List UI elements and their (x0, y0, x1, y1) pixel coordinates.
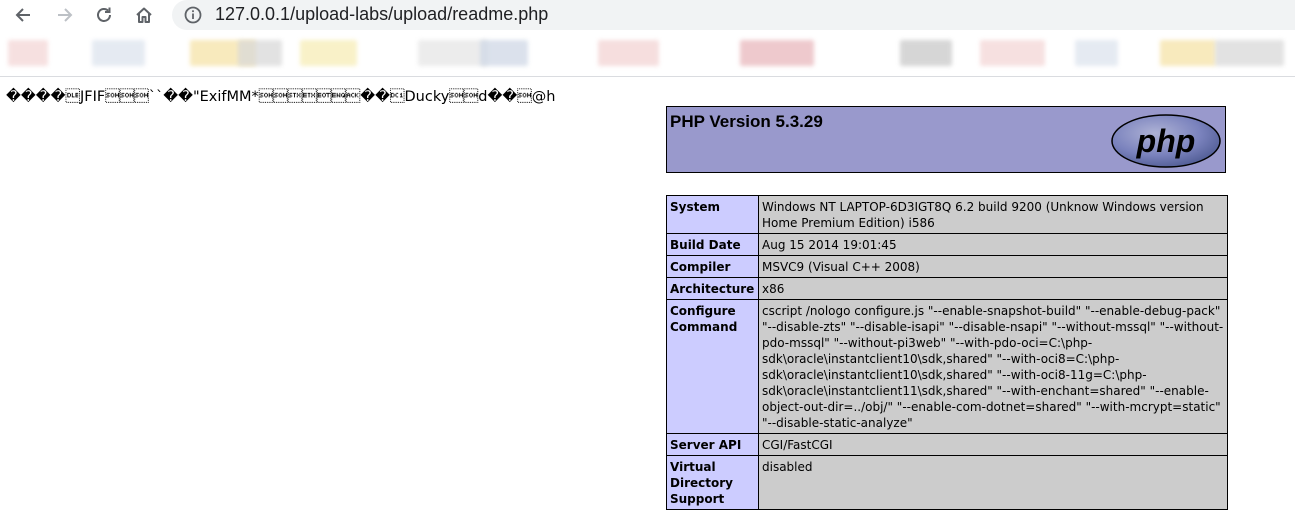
bookmark-item[interactable] (92, 40, 145, 66)
php-logo[interactable]: php (1110, 113, 1222, 169)
info-key: Virtual Directory Support (666, 455, 759, 510)
info-value: MSVC9 (Visual C++ 2008) (758, 255, 1228, 278)
php-logo-text: php (1136, 123, 1196, 159)
info-key: Build Date (666, 233, 759, 256)
info-row: Server API CGI/FastCGI (666, 433, 1228, 456)
info-row: Architecture x86 (666, 277, 1228, 300)
home-button[interactable] (131, 2, 157, 28)
info-row: Build Date Aug 15 2014 19:01:45 (666, 233, 1228, 256)
bookmark-item[interactable] (1160, 40, 1216, 66)
info-key: System (666, 195, 759, 234)
bookmark-item[interactable] (900, 40, 952, 66)
bookmark-item[interactable] (1075, 40, 1118, 66)
bookmark-item[interactable] (980, 40, 1045, 66)
url-text[interactable]: 127.0.0.1/upload-labs/upload/readme.php (215, 4, 548, 25)
info-key: Server API (666, 433, 759, 456)
info-key: Compiler (666, 255, 759, 278)
info-value: x86 (758, 277, 1228, 300)
bookmarks-bar (0, 30, 1295, 77)
bookmark-item[interactable] (238, 40, 282, 66)
bookmark-item[interactable] (418, 40, 488, 66)
address-bar[interactable]: 127.0.0.1/upload-labs/upload/readme.php (172, 0, 1295, 30)
info-value: disabled (758, 455, 1228, 510)
php-version-title: PHP Version 5.3.29 (670, 112, 823, 131)
bookmark-item[interactable] (480, 40, 528, 66)
info-row: Virtual Directory Support disabled (666, 455, 1228, 510)
info-row: System Windows NT LAPTOP-6D3IGT8Q 6.2 bui… (666, 195, 1228, 234)
bookmark-item[interactable] (8, 40, 48, 66)
info-value: CGI/FastCGI (758, 433, 1228, 456)
info-row: Compiler MSVC9 (Visual C++ 2008) (666, 255, 1228, 278)
info-value: Aug 15 2014 19:01:45 (758, 233, 1228, 256)
info-key: Architecture (666, 277, 759, 300)
arrow-right-icon (58, 8, 73, 22)
home-icon (136, 7, 152, 23)
forward-button[interactable] (52, 2, 78, 28)
browser-toolbar: 127.0.0.1/upload-labs/upload/readme.php (0, 0, 1295, 30)
binary-garbage-text: ����JFIF``��"ExifMM*��Ducky… (6, 89, 556, 105)
info-value: Windows NT LAPTOP-6D3IGT8Q 6.2 build 920… (758, 195, 1228, 234)
info-value: cscript /nologo configure.js "--enable-s… (758, 299, 1228, 434)
phpinfo-table: System Windows NT LAPTOP-6D3IGT8Q 6.2 bui… (666, 195, 1228, 510)
bookmark-item[interactable] (300, 40, 357, 66)
reload-icon (97, 7, 111, 22)
reload-button[interactable] (91, 2, 117, 28)
bookmark-item[interactable] (598, 40, 659, 66)
bookmark-item[interactable] (1215, 40, 1284, 66)
phpinfo-header: PHP Version 5.3.29 php (666, 106, 1226, 173)
back-button[interactable] (10, 2, 36, 28)
info-circle-icon[interactable] (184, 6, 202, 24)
info-row: Configure Command cscript /nologo configu… (666, 299, 1228, 434)
arrow-left-icon (15, 8, 30, 22)
bookmark-item[interactable] (740, 40, 814, 66)
info-key: Configure Command (666, 299, 759, 434)
